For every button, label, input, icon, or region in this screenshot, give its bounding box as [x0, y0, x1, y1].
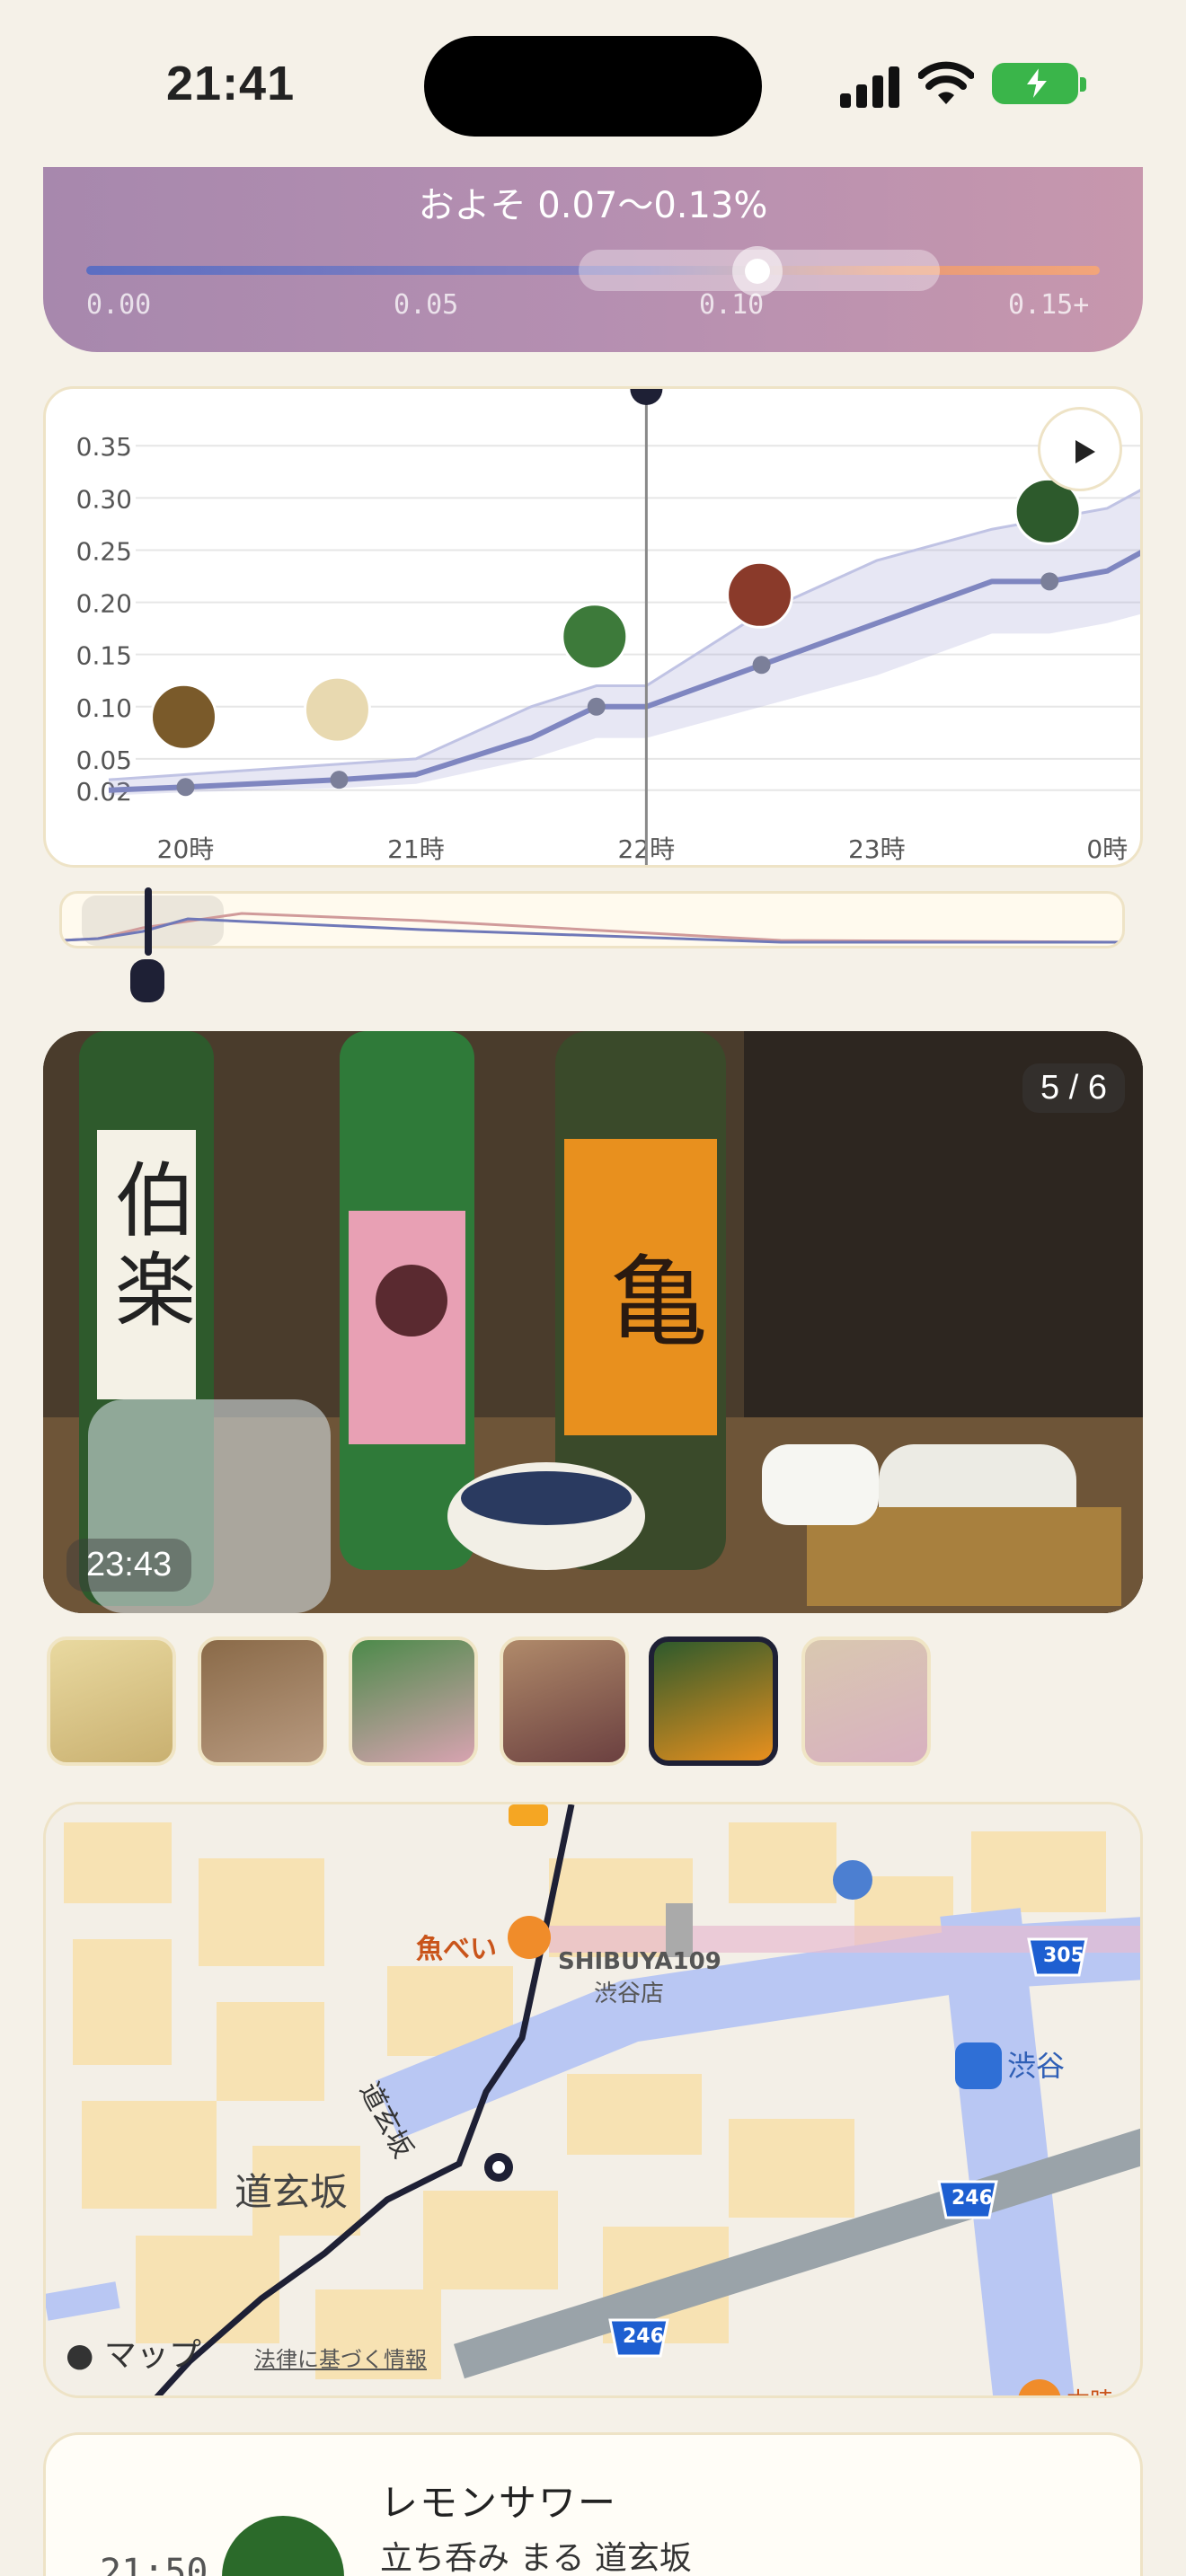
- photo-timestamp: 23:43: [66, 1539, 192, 1592]
- data-point: [176, 778, 195, 797]
- chart-svg: 0.350.300.250.200.150.100.050.0220時 21時 22…: [76, 389, 1140, 865]
- photo-counter: 5 / 6: [1022, 1063, 1125, 1113]
- data-point: [1040, 572, 1059, 591]
- status-time: 21:41: [166, 57, 296, 110]
- map-label-shibuya109: SHIBUYA109: [558, 1948, 721, 1975]
- cellular-signal-icon: [840, 66, 901, 108]
- svg-text:亀: 亀: [609, 1245, 708, 1360]
- svg-text:楽: 楽: [115, 1244, 196, 1338]
- sake-bottles-image: 伯 楽 亀: [43, 1031, 1143, 1613]
- photo-thumbnail[interactable]: [349, 1636, 478, 1766]
- bac-tick: 0.10: [699, 289, 765, 321]
- drink-marker-icon: [726, 560, 794, 629]
- y-tick-label: 0.05: [76, 745, 132, 775]
- timeline-scrubber[interactable]: [59, 891, 1125, 948]
- drink-marker-icon: [303, 675, 371, 744]
- map-label-dogenzaka-area: 道玄坂: [235, 2170, 349, 2214]
- dynamic-island: [424, 36, 762, 137]
- route-shield-246: 246: [951, 2187, 993, 2210]
- photo-thumbnail[interactable]: [500, 1636, 629, 1766]
- scrubber-handle-knob[interactable]: [130, 959, 164, 1002]
- drink-photo[interactable]: 伯 楽 亀 5 / 6 23:43: [43, 1031, 1143, 1613]
- entry-title: レモンサワー: [380, 2481, 618, 2525]
- battery-charging-icon: [992, 63, 1086, 104]
- data-point: [330, 771, 349, 790]
- x-tick-label: 23時: [848, 834, 906, 864]
- y-tick-label: 0.35: [76, 432, 132, 462]
- route-shield-246: 246: [623, 2325, 664, 2348]
- cursor-knob: [630, 389, 663, 405]
- scrubber-handle[interactable]: [145, 887, 152, 956]
- apple-maps-logo: ● マップ: [66, 2337, 201, 2374]
- x-tick-label: 20時: [157, 834, 215, 864]
- x-tick-label: 21時: [387, 834, 445, 864]
- photo-thumbnail[interactable]: [198, 1636, 327, 1766]
- play-button[interactable]: [1038, 407, 1122, 491]
- y-tick-label: 0.15: [76, 641, 132, 671]
- route-shield-305: 305: [1043, 1945, 1084, 1967]
- y-tick-label: 0.10: [76, 693, 132, 723]
- data-point: [587, 697, 606, 716]
- entry-thumbnail: [222, 2516, 344, 2576]
- svg-text:伯: 伯: [115, 1154, 196, 1248]
- x-tick-label: 0時: [1086, 834, 1128, 864]
- entry-time: 21:50: [100, 2552, 208, 2576]
- drink-marker-icon: [561, 603, 629, 671]
- wifi-icon: [918, 61, 974, 104]
- map-label-shibuya-station: 渋谷: [1007, 2049, 1066, 2083]
- photo-thumbnail[interactable]: [47, 1636, 176, 1766]
- photo-thumbnail[interactable]: [801, 1636, 931, 1766]
- bac-tick: 0.00: [86, 289, 152, 321]
- apple-maps-label: マップ: [103, 2337, 201, 2374]
- y-tick-label: 0.30: [76, 484, 132, 514]
- data-point: [752, 656, 771, 675]
- scrubber-overview-line: [62, 912, 1122, 944]
- map-canvas: [46, 1804, 1140, 2395]
- bac-timeline-chart[interactable]: 0.35 0.30 0.25 0.20 0.15 0.10 0.05 0.02 20時 21時 22…: [43, 386, 1143, 868]
- map-label-shibuya109-sub: 渋谷店: [594, 1981, 665, 2007]
- bac-approx-label: およそ 0.07〜0.13%: [418, 185, 768, 226]
- bac-tick: 0.15+: [1008, 289, 1090, 321]
- drink-marker-icon: [149, 683, 217, 751]
- y-tick-label: 0.25: [76, 536, 132, 566]
- bac-tick: 0.05: [394, 289, 459, 321]
- route-map[interactable]: 魚べい SHIBUYA109 渋谷店 渋谷 道玄坂 道玄坂 305 246 24…: [43, 1802, 1143, 2398]
- map-label-uobei: 魚べい: [416, 1934, 497, 1965]
- map-label-cut: 本時: [1067, 2383, 1113, 2395]
- drink-entry-card[interactable]: 21:50 レモンサワー 立ち呑み まる 道玄坂: [43, 2432, 1143, 2576]
- y-tick-label: 0.20: [76, 589, 132, 619]
- bac-estimate-card: およそ 0.07〜0.13% 0.00 0.05 0.10 0.15+: [43, 167, 1143, 352]
- entry-place: 立ち呑み まる 道玄坂: [380, 2540, 692, 2576]
- photo-thumbnail-selected[interactable]: [649, 1636, 778, 1766]
- legal-link[interactable]: 法律に基づく情報: [254, 2342, 427, 2373]
